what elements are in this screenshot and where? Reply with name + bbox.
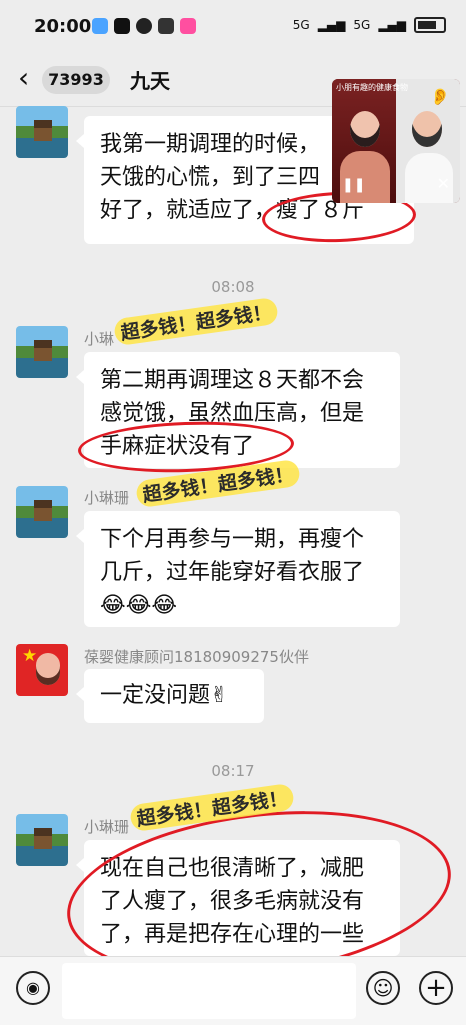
timestamp: 08:08 [211,278,255,296]
back-icon[interactable]: ‹ [18,64,29,92]
message-icon [136,18,152,34]
person-face [350,111,380,147]
message-bubble: 一定没问题✌ [76,669,264,723]
sender-avatar[interactable] [16,106,68,158]
person-face [412,111,442,147]
sender-name: 小琳珊 [84,489,130,507]
status-bar: 20:00 5G ▂▄▆ 5G ▂▄▆ [0,0,466,52]
message-line: 感觉饿，虽然血压高，但是 [100,401,365,426]
message-input[interactable] [62,963,356,1019]
sender-avatar[interactable] [16,486,68,538]
message-bubble: 下个月再参与一期，再瘦个 几斤，过年能穿好看衣服了 😂😂😂 [76,511,400,627]
ear-icon[interactable]: 👂 [430,87,450,106]
signal-icon: ▂▄▆ [317,18,346,32]
tiktok-icon [114,18,130,34]
timestamp: 08:17 [211,762,255,780]
sender-name: 葆婴健康顾问18180909275伙伴 [84,648,309,666]
message-line: 下个月再参与一期，再瘦个 [100,527,365,552]
sender-avatar[interactable] [16,814,68,866]
sender-avatar[interactable]: ★ [16,644,68,696]
chat-title: 九天 [130,69,170,93]
chat-input-bar: ◉ ☺ + [0,956,466,1025]
message-line: 一定没问题✌ [100,683,229,708]
status-app-icons [92,18,196,34]
message-line: 了，再是把存在心理的一些 [100,922,365,947]
sticker-overlay: 超多钱！超多钱！ [128,782,296,833]
message-line: 了人瘦了，很多毛病就没有 [100,889,365,914]
status-indicators: 5G ▂▄▆ 5G ▂▄▆ [293,17,446,33]
promo-icon [180,18,196,34]
chat-history[interactable]: 我第一期调理的时候， 天饿的心慌，到了三四 好了，就适应了，瘦了８斤 08:08… [0,106,466,956]
emoji-button[interactable]: ☺ [366,971,400,1005]
message-line: 几斤，过年能穿好看衣服了 [100,560,365,585]
emoji-row: 😂😂😂 [100,593,178,618]
sender-name: 小琳珊 [84,818,130,836]
app-icon [92,18,108,34]
message-bubble: 第二期再调理这８天都不会 感觉饿，虽然血压高，但是 手麻症状没有了 [76,352,400,468]
status-time: 20:00 [34,16,92,37]
network-left-label: 5G [292,18,310,32]
settings-icon [158,18,174,34]
message-line: 手麻症状没有了 [100,434,255,459]
message-bubble: 现在自己也很清晰了，减肥 了人瘦了，很多毛病就没有 了，再是把存在心理的一些 [76,840,400,956]
profile-photo [36,653,60,685]
signal-icon: ▂▄▆ [378,18,406,32]
video-caption: 小朋有趣的健康食物 [336,83,408,92]
sender-avatar[interactable] [16,326,68,378]
sticker-overlay: 超多钱！超多钱！ [112,296,280,347]
sender-name: 小琳 [84,330,115,348]
close-icon[interactable]: ✕ [437,174,450,193]
floating-video-window[interactable]: 小朋有趣的健康食物 👂 ❚❚ ✕ [332,79,460,203]
message-line: 现在自己也很清晰了，减肥 [100,856,365,881]
plus-button[interactable]: + [419,971,453,1005]
voice-button[interactable]: ◉ [16,971,50,1005]
message-line: 第二期再调理这８天都不会 [100,368,365,393]
battery-icon [414,17,446,33]
unread-count-badge: 73993 [42,66,110,94]
network-right-label: 5G [353,18,371,32]
star-icon: ★ [22,646,38,666]
pause-icon[interactable]: ❚❚ [342,177,365,193]
